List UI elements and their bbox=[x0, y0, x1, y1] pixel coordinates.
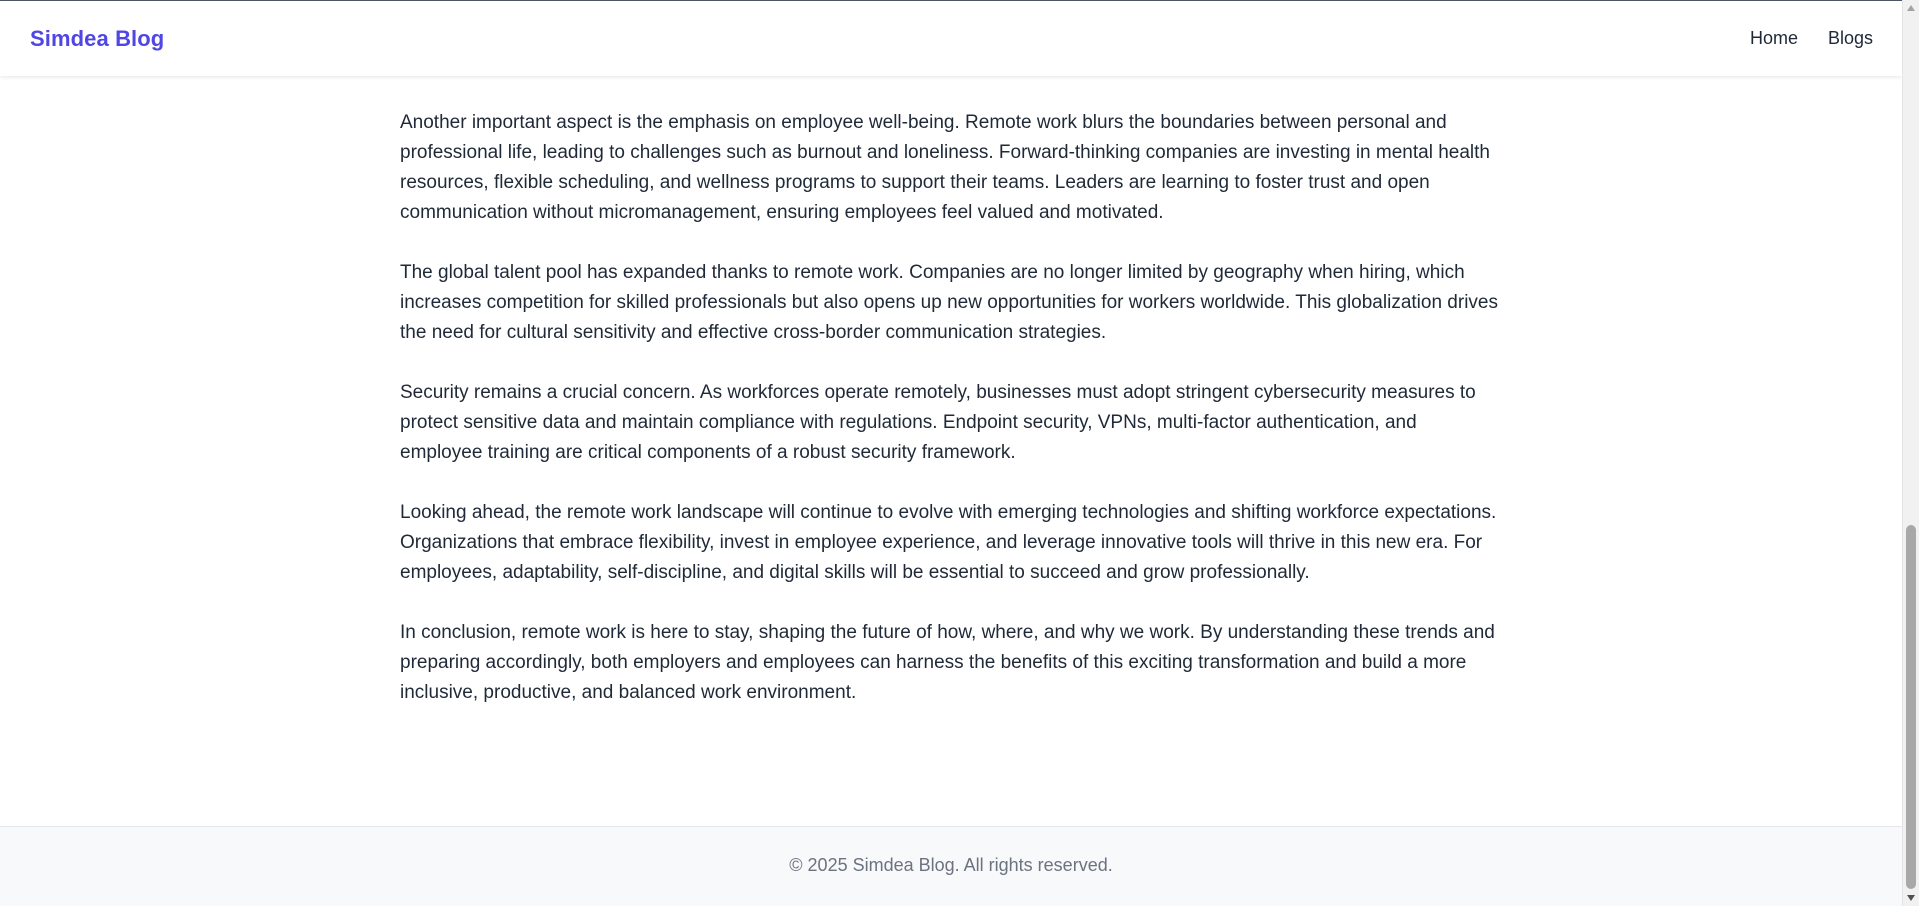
article-paragraph: Security remains a crucial concern. As w… bbox=[400, 382, 1476, 463]
article-body: Another important aspect is the emphasis… bbox=[400, 108, 1500, 738]
scroll-down-arrow-icon[interactable] bbox=[1907, 895, 1915, 901]
article-paragraph: Another important aspect is the emphasis… bbox=[400, 112, 1490, 223]
browser-page: Simdea Blog Home Blogs Another important… bbox=[0, 0, 1919, 906]
scroll-up-arrow-icon[interactable] bbox=[1907, 5, 1915, 11]
page-viewport: Simdea Blog Home Blogs Another important… bbox=[0, 0, 1902, 906]
scrollbar-thumb[interactable] bbox=[1906, 525, 1916, 889]
article-paragraph: The global talent pool has expanded than… bbox=[400, 262, 1498, 343]
site-logo-link[interactable]: Simdea Blog bbox=[30, 26, 164, 52]
top-navbar: Simdea Blog Home Blogs bbox=[0, 0, 1902, 76]
article-paragraph: In conclusion, remote work is here to st… bbox=[400, 622, 1495, 703]
site-footer: © 2025 Simdea Blog. All rights reserved. bbox=[0, 826, 1902, 906]
copyright-text: © 2025 Simdea Blog. All rights reserved. bbox=[789, 855, 1113, 875]
nav-blogs-link[interactable]: Blogs bbox=[1828, 28, 1873, 49]
vertical-scrollbar[interactable] bbox=[1902, 0, 1919, 906]
nav-home-link[interactable]: Home bbox=[1750, 28, 1798, 49]
main-nav: Home Blogs bbox=[1750, 28, 1873, 49]
article-paragraph: Looking ahead, the remote work landscape… bbox=[400, 502, 1497, 583]
